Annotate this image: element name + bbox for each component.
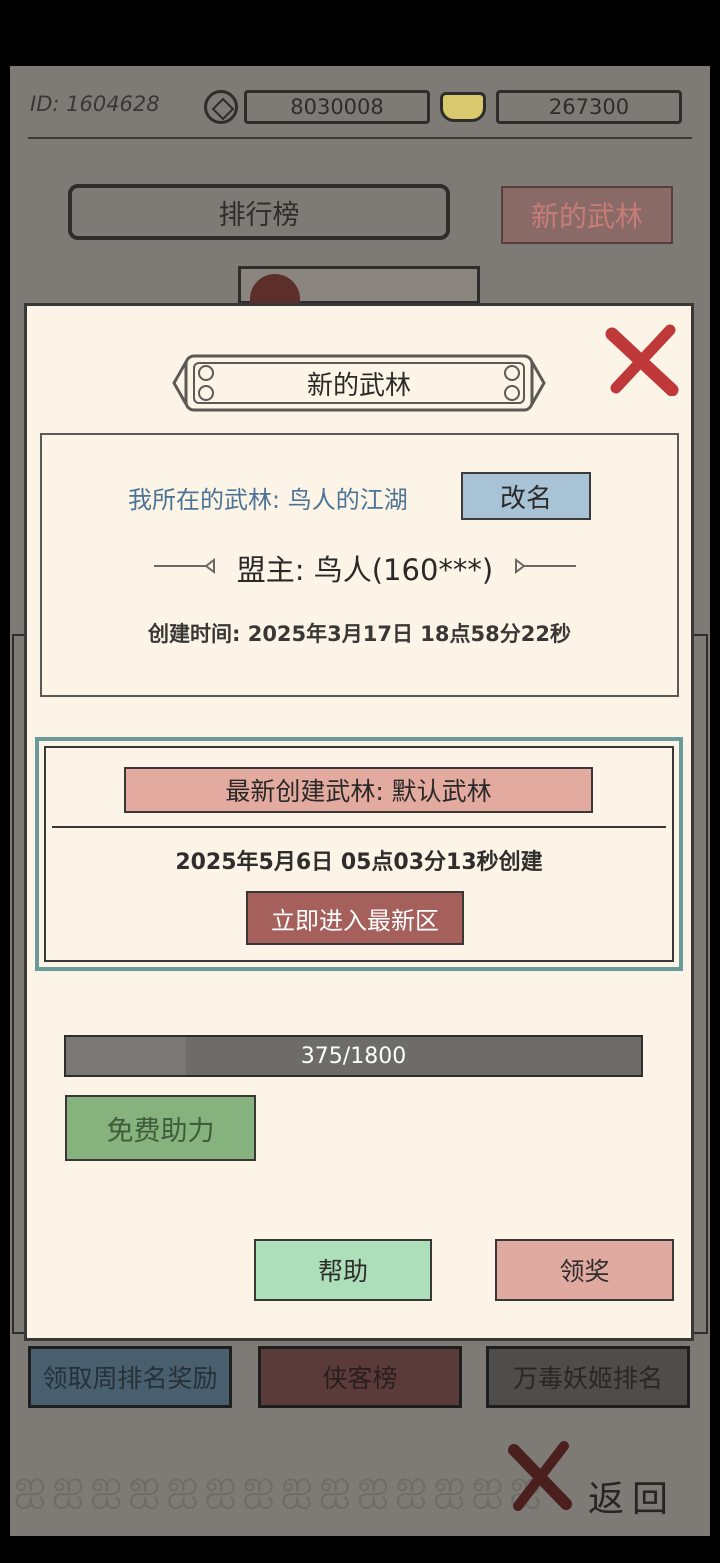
claim-reward-button[interactable]: 领奖 bbox=[495, 1239, 674, 1301]
back-x-icon[interactable] bbox=[506, 1440, 574, 1512]
leader-name: 盟主: 鸟人(160***) bbox=[236, 553, 494, 587]
gold-ingot-icon bbox=[440, 92, 486, 122]
dialog-title: 新的武林 bbox=[306, 370, 411, 401]
back-button[interactable]: 返回 bbox=[588, 1470, 676, 1522]
ranking-banner: 排行榜 bbox=[68, 184, 450, 240]
free-assist-button[interactable]: 免费助力 bbox=[65, 1095, 256, 1161]
currency-1-value: 8030008 bbox=[244, 90, 430, 124]
player-id: ID: 1604628 bbox=[30, 92, 160, 116]
currency-2-value: 267300 bbox=[496, 90, 682, 124]
latest-divider bbox=[52, 826, 666, 828]
latest-created-time: 2025年5月6日 05点03分13秒创建 bbox=[175, 850, 543, 875]
ranking-title: 排行榜 bbox=[218, 199, 300, 231]
progress-label: 375/1800 bbox=[300, 1043, 407, 1069]
created-time: 创建时间: 2025年3月17日 18点58分22秒 bbox=[148, 622, 571, 646]
tab-xiake-ranking[interactable]: 侠客榜 bbox=[258, 1346, 462, 1408]
assist-progress-bar: 375/1800 bbox=[64, 1035, 643, 1077]
new-wulin-button[interactable]: 新的武林 bbox=[501, 186, 673, 244]
close-x-icon[interactable] bbox=[602, 322, 680, 396]
tab-weekly-ranking-reward[interactable]: 领取周排名奖励 bbox=[28, 1346, 232, 1408]
frame-right bbox=[694, 634, 708, 1334]
enter-latest-server-button[interactable]: 立即进入最新区 bbox=[246, 891, 464, 945]
header-divider bbox=[28, 137, 692, 139]
tab-wandu-yaoji-ranking[interactable]: 万毒妖姬排名 bbox=[486, 1346, 690, 1408]
my-wulin-name: 我所在的武林: 鸟人的江湖 bbox=[128, 486, 408, 514]
diamond-coin-icon bbox=[204, 90, 238, 124]
help-button[interactable]: 帮助 bbox=[254, 1239, 432, 1301]
rename-button[interactable]: 改名 bbox=[461, 472, 591, 520]
latest-wulin-name: 最新创建武林: 默认武林 bbox=[124, 767, 593, 813]
